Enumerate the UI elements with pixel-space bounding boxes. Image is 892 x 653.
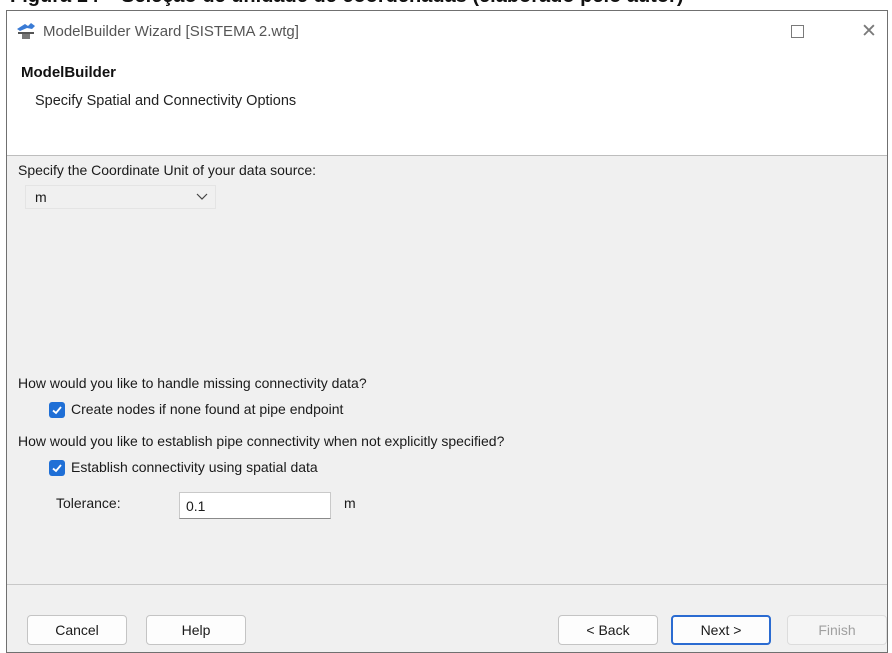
coordinate-unit-value: m xyxy=(35,189,47,205)
spatial-connectivity-checkbox[interactable] xyxy=(49,460,65,476)
create-nodes-checkbox[interactable] xyxy=(49,402,65,418)
coordinate-unit-select[interactable]: m xyxy=(25,185,216,209)
check-icon xyxy=(52,464,62,473)
tolerance-input[interactable] xyxy=(179,492,331,519)
close-icon[interactable]: ✕ xyxy=(854,19,884,43)
check-icon xyxy=(52,406,62,415)
chevron-down-icon xyxy=(196,193,208,200)
spatial-connectivity-label[interactable]: Establish connectivity using spatial dat… xyxy=(71,459,318,475)
wizard-window: ModelBuilder Wizard [SISTEMA 2.wtg] ✕ Mo… xyxy=(6,10,888,653)
back-button[interactable]: < Back xyxy=(558,615,658,645)
document-caption: Figura 14 – Seleção de unidade de coorde… xyxy=(0,0,892,10)
wizard-footer: Cancel Help < Back Next > Finish xyxy=(7,584,887,652)
create-nodes-label[interactable]: Create nodes if none found at pipe endpo… xyxy=(71,401,343,417)
tolerance-label: Tolerance: xyxy=(56,495,121,511)
header-subtitle: Specify Spatial and Connectivity Options xyxy=(35,93,297,109)
help-button[interactable]: Help xyxy=(146,615,246,645)
title-bar[interactable]: ModelBuilder Wizard [SISTEMA 2.wtg] ✕ xyxy=(7,11,887,51)
wizard-header: ModelBuilder Specify Spatial and Connect… xyxy=(7,51,887,156)
missing-connectivity-question: How would you like to handle missing con… xyxy=(18,375,367,391)
cancel-button[interactable]: Cancel xyxy=(27,615,127,645)
header-title: ModelBuilder xyxy=(21,64,117,81)
window-title: ModelBuilder Wizard [SISTEMA 2.wtg] xyxy=(43,23,299,40)
tolerance-unit-label: m xyxy=(344,495,356,511)
wizard-body: Specify the Coordinate Unit of your data… xyxy=(7,156,887,584)
next-button[interactable]: Next > xyxy=(671,615,771,645)
coordinate-unit-label: Specify the Coordinate Unit of your data… xyxy=(18,162,317,178)
modelbuilder-app-icon xyxy=(17,23,35,39)
finish-button: Finish xyxy=(787,615,887,645)
maximize-icon[interactable] xyxy=(782,19,812,43)
caption-text: Figura 14 – Seleção de unidade de coorde… xyxy=(10,0,684,8)
pipe-connectivity-question: How would you like to establish pipe con… xyxy=(18,433,505,449)
